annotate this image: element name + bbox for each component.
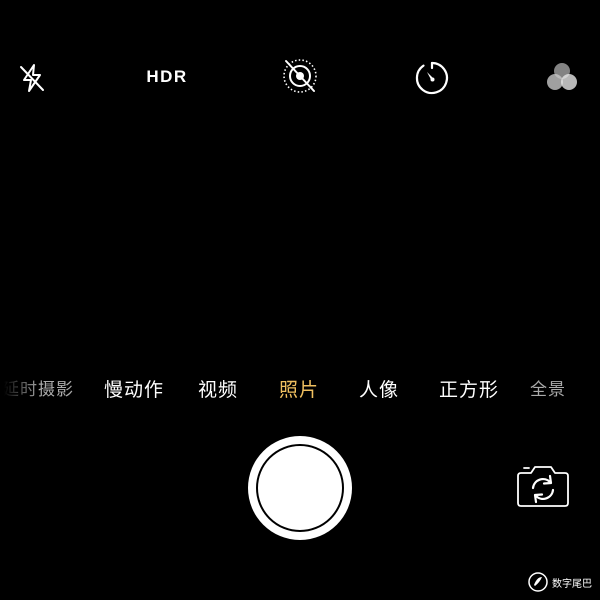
watermark-logo-icon [528,572,548,592]
mode-slow-motion[interactable]: 慢动作 [104,372,164,408]
mode-photo[interactable]: 照片 [279,372,319,408]
shutter-button[interactable] [248,436,352,540]
flip-camera-button[interactable] [514,462,572,510]
mode-portrait[interactable]: 人像 [359,372,399,408]
top-toolbar: HDR [0,0,600,150]
live-photo-button[interactable] [280,56,320,96]
flash-off-icon [20,64,44,92]
mode-square[interactable]: 正方形 [439,372,499,408]
hdr-button[interactable]: HDR [140,62,194,92]
mode-selector: 延时摄影 慢动作 视频 照片 人像 正方形 全景 [0,372,600,408]
filters-icon [547,63,577,90]
shutter-inner-ring [256,444,344,532]
camera-flip-icon [517,466,569,507]
mode-video[interactable]: 视频 [198,372,238,408]
filters-button[interactable] [542,60,582,96]
mode-panorama[interactable]: 全景 [530,372,566,408]
watermark: 数字尾巴 [528,570,592,594]
flash-off-button[interactable] [14,60,50,96]
live-photo-off-icon [283,59,317,93]
hdr-label: HDR [146,67,188,86]
camera-screen: HDR 慢动作 视频 照片 人像 正方形 全景 数字尾巴 [0,0,600,600]
watermark-text: 数字尾巴 [552,578,592,590]
timer-icon [415,61,448,95]
timer-button[interactable] [412,58,452,98]
mode-strip-fade [0,372,40,408]
